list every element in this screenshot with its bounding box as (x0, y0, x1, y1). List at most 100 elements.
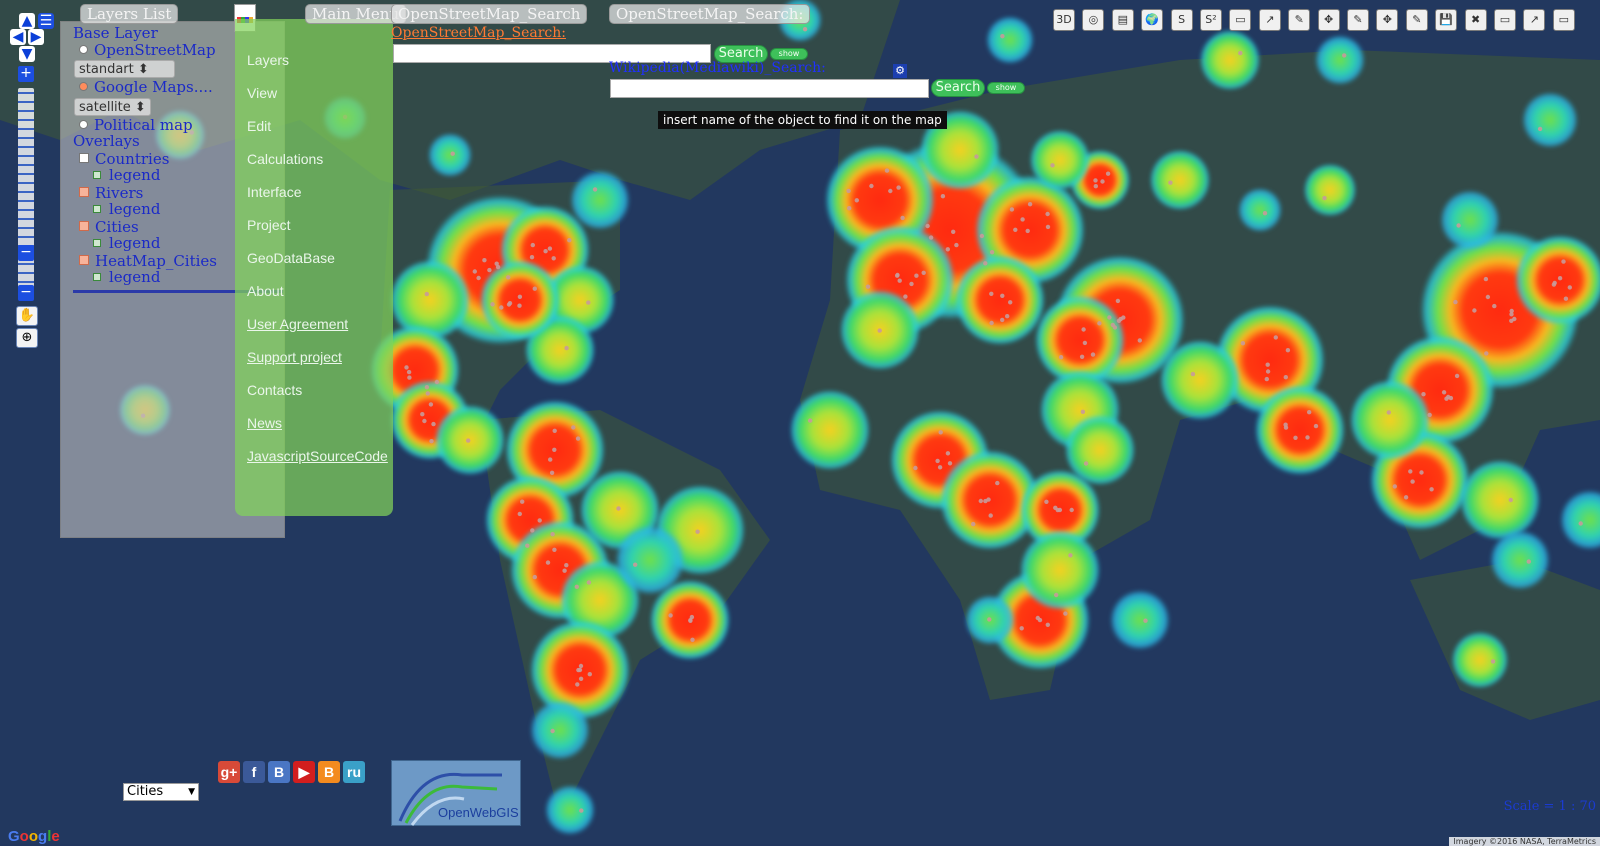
zoom-rung[interactable] (18, 92, 34, 94)
zoom-rung[interactable] (18, 227, 34, 229)
menu-item-project[interactable]: Project (247, 217, 291, 233)
heatmap-checkbox[interactable] (79, 255, 89, 265)
zoom-rung[interactable] (18, 110, 34, 112)
osm-style-select[interactable]: standart ⬍ (74, 60, 175, 78)
zoom-in-button[interactable]: + (18, 66, 34, 82)
base-layer-google[interactable]: Google Maps.... (79, 78, 213, 96)
zoom-rung[interactable] (18, 236, 34, 238)
facebook-icon[interactable]: f (243, 761, 265, 783)
city-point (938, 430, 943, 435)
zoom-rung[interactable] (18, 209, 34, 211)
toolbar-tool-3-icon[interactable]: 🌍 (1141, 9, 1164, 31)
osm-radio[interactable] (79, 45, 88, 54)
menu-item-view[interactable]: View (247, 85, 277, 101)
osm-search-tab[interactable]: OpenStreetMap_Search (391, 4, 588, 24)
zoom-slider[interactable] (18, 88, 34, 298)
cities-layer-select[interactable]: Cities ▼ (123, 783, 199, 801)
toolbar-tool-11-icon[interactable]: ✥ (1376, 9, 1399, 31)
political-radio[interactable] (79, 120, 88, 129)
wiki-search-input[interactable] (610, 79, 929, 98)
menu-item-about[interactable]: About (247, 283, 284, 299)
menu-item-support-project[interactable]: Support project (247, 349, 342, 365)
zoom-rung[interactable] (18, 218, 34, 220)
zoom-rung[interactable] (18, 281, 34, 283)
zoom-rung[interactable] (18, 173, 34, 175)
google-plus-icon[interactable]: g+ (218, 761, 240, 783)
cities-checkbox[interactable] (79, 221, 89, 231)
zoom-box-icon[interactable]: ⊕ (16, 328, 38, 348)
zoom-rung[interactable] (18, 164, 34, 166)
osm-show-button[interactable]: show (770, 48, 808, 60)
layers-list-tab[interactable]: Layers List (80, 4, 179, 24)
countries-checkbox[interactable] (79, 153, 89, 163)
zoom-rung[interactable] (18, 146, 34, 148)
toolbar-tool-12-icon[interactable]: ✎ (1405, 9, 1428, 31)
menu-item-interface[interactable]: Interface (247, 184, 301, 200)
toolbar-tool-1-icon[interactable]: ◎ (1082, 9, 1105, 31)
zoom-rung[interactable] (18, 191, 34, 193)
zoom-rung[interactable] (18, 137, 34, 139)
base-layer-osm[interactable]: OpenStreetMap (79, 41, 216, 59)
pan-up-icon[interactable]: ▲ (19, 13, 35, 29)
toolbar-tool-8-icon[interactable]: ✎ (1288, 9, 1311, 31)
toolbar-tool-6-icon[interactable]: ▭ (1229, 9, 1252, 31)
toolbar-tool-5-icon[interactable]: S² (1200, 9, 1222, 31)
zoom-rung[interactable] (18, 182, 34, 184)
openwebgis-logo[interactable]: OpenWebGIS (391, 760, 521, 826)
menu-item-edit[interactable]: Edit (247, 118, 271, 134)
rivers-legend[interactable]: legend (93, 200, 160, 218)
toolbar-tool-17-icon[interactable]: ▭ (1552, 9, 1575, 31)
zoom-rung[interactable] (18, 263, 34, 265)
zoom-level-handle[interactable]: − (18, 245, 34, 261)
toolbar-tool-16-icon[interactable]: ↗ (1523, 9, 1546, 31)
cities-legend[interactable]: legend (93, 234, 160, 252)
zoom-rung[interactable] (18, 128, 34, 130)
menu-item-news[interactable]: News (247, 415, 282, 431)
liveinternet-icon[interactable]: ru (343, 761, 365, 783)
city-point (551, 256, 556, 261)
zoom-rung[interactable] (18, 200, 34, 202)
zoom-rung[interactable] (18, 272, 34, 274)
wiki-search-button[interactable]: Search (931, 79, 985, 97)
osm-search-tab-2[interactable]: OpenStreetMap_Search: (609, 4, 811, 24)
pan-down-icon[interactable]: ▼ (19, 46, 35, 62)
toolbar-tool-2-icon[interactable]: ▤ (1111, 9, 1134, 31)
menu-item-user-agreement[interactable]: User Agreement (247, 316, 348, 332)
layers-toggle-icon[interactable]: ☰ (38, 13, 54, 29)
toolbar-tool-0-icon[interactable]: 3D (1053, 9, 1075, 31)
city-point (1453, 299, 1458, 305)
zoom-rung[interactable] (18, 101, 34, 103)
toolbar-tool-15-icon[interactable]: ▭ (1494, 9, 1516, 31)
heatmap-legend[interactable]: legend (93, 268, 160, 286)
zoom-rung[interactable] (18, 155, 34, 157)
wiki-show-button[interactable]: show (987, 82, 1025, 94)
pan-right-icon[interactable]: ▶ (28, 29, 44, 45)
google-type-select[interactable]: satellite ⬍ (74, 98, 151, 116)
toolbar-tool-4-icon[interactable]: S (1170, 9, 1193, 31)
toolbar-tool-13-icon[interactable]: 💾 (1435, 9, 1458, 31)
toolbar-tool-7-icon[interactable]: ↗ (1258, 9, 1281, 31)
hand-pan-icon[interactable]: ✋ (16, 306, 38, 326)
pan-left-icon[interactable]: ◀ (10, 29, 26, 45)
toolbar-tool-9-icon[interactable]: ✥ (1317, 9, 1340, 31)
menu-item-calculations[interactable]: Calculations (247, 151, 323, 167)
toolbar-tool-14-icon[interactable]: ✖ (1464, 9, 1487, 31)
youtube-icon[interactable]: ▶ (293, 761, 315, 783)
city-point (506, 275, 511, 280)
city-point (1484, 351, 1489, 356)
osm-search-link[interactable]: OpenStreetMap_Search: (391, 25, 566, 41)
city-point (482, 258, 487, 263)
countries-legend[interactable]: legend (93, 166, 160, 184)
menu-item-contacts[interactable]: Contacts (247, 382, 302, 398)
blogger-b-icon[interactable]: B (268, 761, 290, 783)
zoom-rung[interactable] (18, 119, 34, 121)
menu-item-layers[interactable]: Layers (247, 52, 289, 68)
toolbar-tool-10-icon[interactable]: ✎ (1347, 9, 1369, 31)
menu-item-geodatabase[interactable]: GeoDataBase (247, 250, 335, 266)
menu-item-javascriptsourcecode[interactable]: JavascriptSourceCode (247, 448, 388, 464)
rivers-checkbox[interactable] (79, 187, 89, 197)
settings-gear-icon[interactable]: ⚙ (893, 64, 907, 78)
google-radio[interactable] (79, 82, 88, 91)
blogger-icon[interactable]: B (318, 761, 340, 783)
zoom-out-button[interactable]: − (18, 285, 34, 301)
